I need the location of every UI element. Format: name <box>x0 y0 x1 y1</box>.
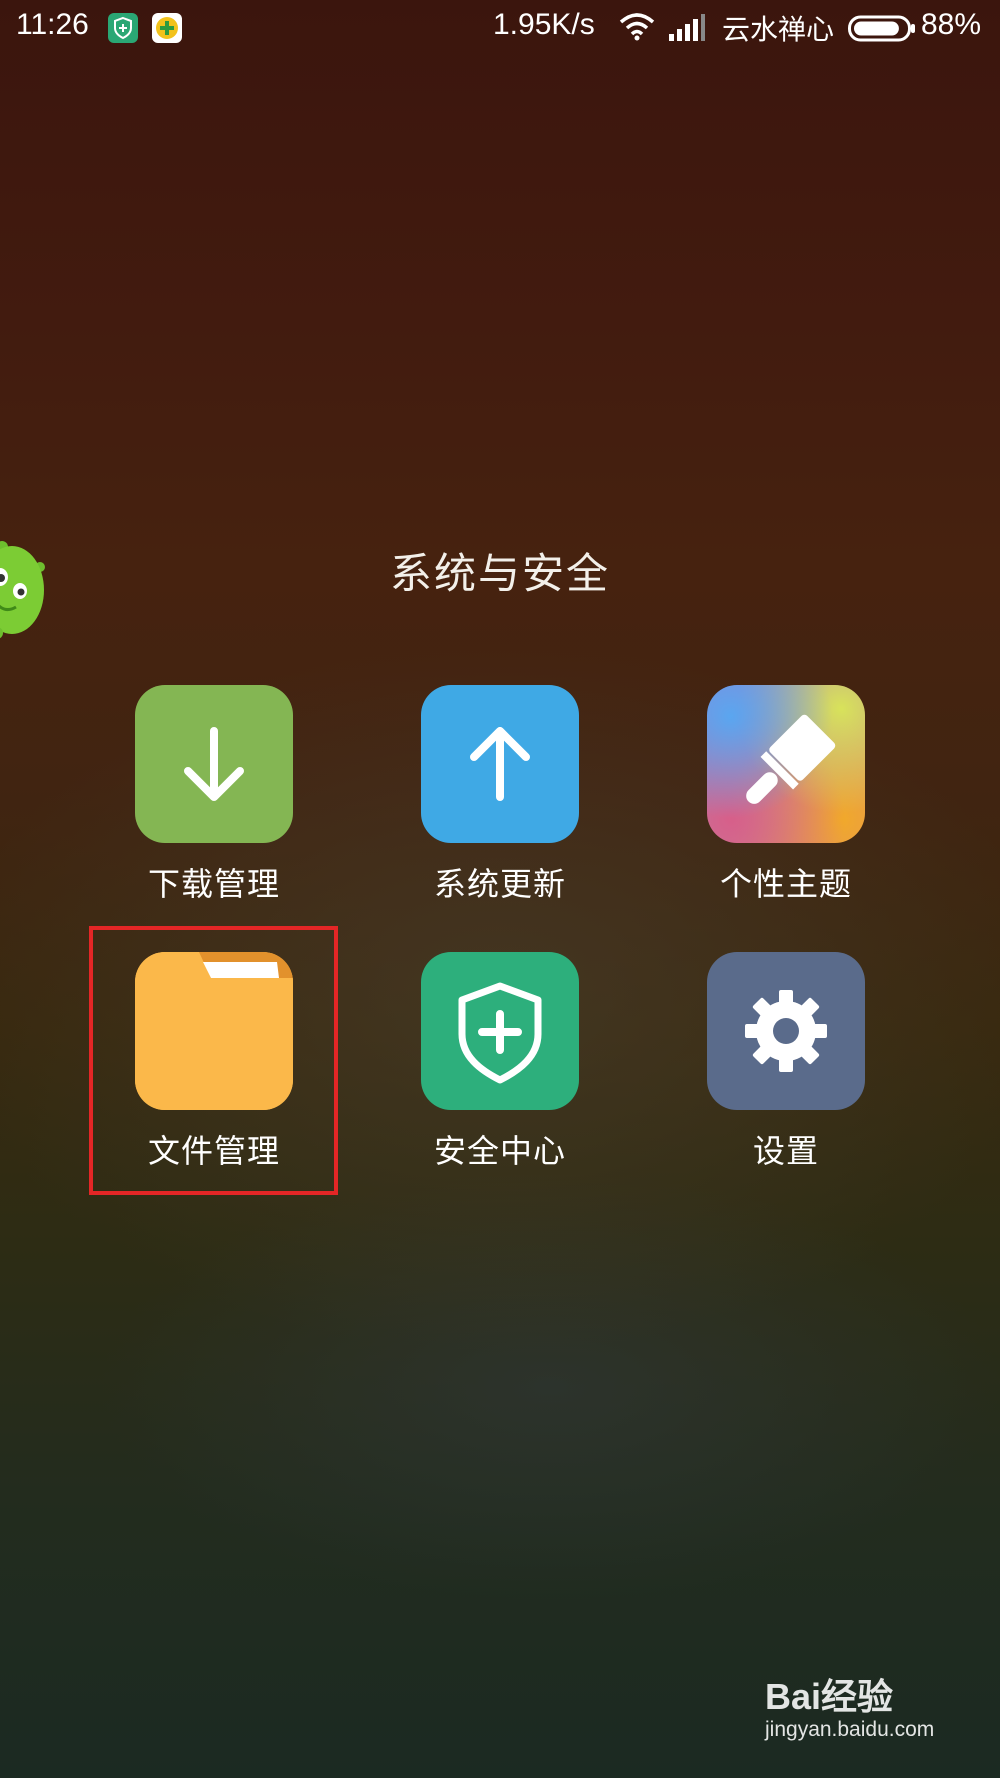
app-security-center[interactable]: 安全中心 <box>365 952 585 1182</box>
carrier-name: 云水禅心 <box>722 13 835 46</box>
app-label: 安全中心 <box>433 1132 566 1170</box>
battery-percentage: 88% <box>921 8 982 41</box>
shield-app-icon <box>108 13 138 43</box>
app-download-manager[interactable]: 下载管理 <box>79 685 299 915</box>
watermark-url: jingyan.baidu.com <box>765 1718 935 1741</box>
app-system-update[interactable]: 系统更新 <box>365 685 585 915</box>
network-speed: 1.95K/s <box>493 8 595 41</box>
app-label: 下载管理 <box>147 865 280 903</box>
status-time: 11:26 <box>16 8 89 41</box>
app-label: 系统更新 <box>433 865 566 903</box>
plus-app-icon <box>152 13 182 43</box>
wifi-icon <box>618 12 656 46</box>
download-arrow-icon <box>135 685 293 843</box>
folder-title: 系统与安全 <box>389 549 610 598</box>
highlight-box <box>89 926 338 1195</box>
upload-arrow-icon <box>421 685 579 843</box>
app-settings[interactable]: 设置 <box>651 952 871 1182</box>
app-themes[interactable]: 个性主题 <box>651 685 871 915</box>
gear-icon <box>707 952 865 1110</box>
app-label: 设置 <box>752 1132 819 1170</box>
baidu-jingyan-watermark: Bai经验 jingyan.baidu.com <box>765 1668 965 1742</box>
signal-strength-icon <box>668 14 706 46</box>
battery-icon <box>848 15 916 47</box>
status-bar: 11:26 1.95K/s 云水禅心 88% <box>0 0 1000 56</box>
watermark-logo: Bai经验 <box>765 1676 894 1717</box>
paintbrush-icon <box>707 685 865 843</box>
app-label: 个性主题 <box>719 865 852 903</box>
shield-plus-icon <box>421 952 579 1110</box>
